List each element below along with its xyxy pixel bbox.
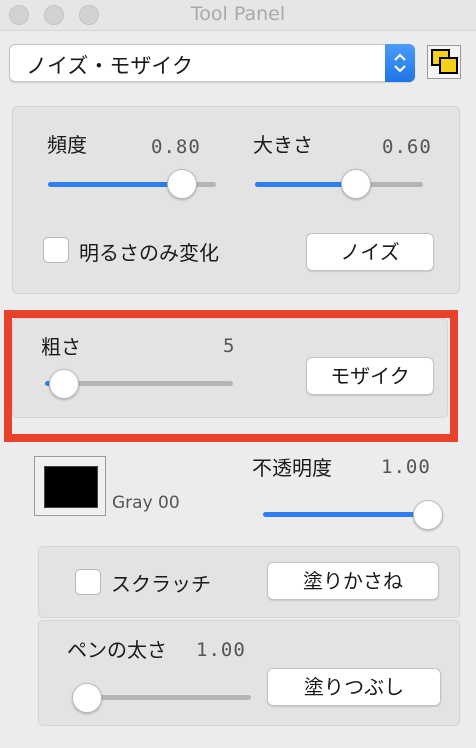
size-label: 大きさ xyxy=(253,133,313,157)
overlay-paint-button[interactable]: 塗りかさね xyxy=(267,562,439,600)
frequency-slider-knob[interactable] xyxy=(167,169,198,199)
opacity-slider[interactable] xyxy=(263,512,428,517)
pen-width-label: ペンの太さ xyxy=(67,638,167,662)
window-title: Tool Panel xyxy=(190,3,286,25)
color-swatch xyxy=(44,466,98,508)
pen-width-slider-knob[interactable] xyxy=(72,683,102,713)
size-slider-knob[interactable] xyxy=(340,169,371,199)
opacity-label: 不透明度 xyxy=(252,456,332,480)
layer-colors-icon xyxy=(431,49,458,74)
filter-popup[interactable]: ノイズ・モザイク xyxy=(9,44,415,82)
scratch-label: スクラッチ xyxy=(111,572,211,596)
layer-colors-button[interactable] xyxy=(427,45,461,79)
pen-width-value: 1.00 xyxy=(196,639,246,661)
brightness-only-label: 明るさのみ変化 xyxy=(79,241,219,265)
opacity-slider-knob[interactable] xyxy=(413,500,443,530)
pen-group: ペンの太さ 1.00 塗りつぶし xyxy=(38,620,460,726)
highlight-frame xyxy=(4,310,458,442)
opacity-value: 1.00 xyxy=(381,456,431,478)
frequency-label: 頻度 xyxy=(47,133,87,157)
scratch-group: スクラッチ 塗りかさね xyxy=(38,546,460,618)
noise-group: 頻度 0.80 大きさ 0.60 明るさのみ変化 ノイズ xyxy=(12,106,460,294)
frequency-value: 0.80 xyxy=(151,136,201,158)
color-swatch-well[interactable] xyxy=(34,456,106,516)
title-bar: Tool Panel xyxy=(0,0,476,31)
color-name: Gray 00 xyxy=(112,493,180,513)
size-value: 0.60 xyxy=(382,136,432,158)
scratch-checkbox[interactable] xyxy=(75,569,101,595)
brightness-only-checkbox[interactable] xyxy=(43,237,69,263)
filter-popup-label: ノイズ・モザイク xyxy=(26,54,193,78)
fill-paint-button[interactable]: 塗りつぶし xyxy=(267,668,441,706)
size-slider[interactable] xyxy=(255,182,423,187)
popup-chevrons-icon xyxy=(385,44,415,82)
noise-button[interactable]: ノイズ xyxy=(306,233,434,271)
